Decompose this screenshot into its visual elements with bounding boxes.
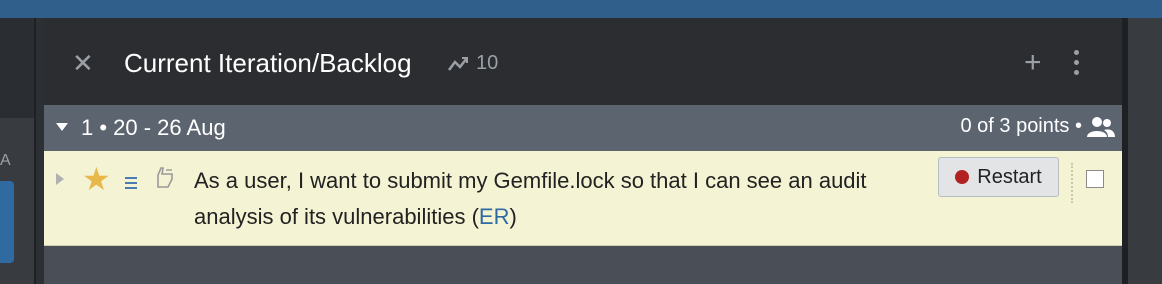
left-panel-button[interactable] (0, 181, 14, 263)
panel-header: ✕ Current Iteration/Backlog 10 + (44, 18, 1122, 105)
panel-title: Current Iteration/Backlog (124, 48, 412, 78)
story-select-checkbox[interactable] (1086, 170, 1104, 188)
left-divider (34, 18, 36, 284)
star-icon: ★ (82, 161, 111, 197)
close-icon[interactable]: ✕ (72, 48, 94, 78)
restart-dot-icon (955, 170, 970, 184)
top-bar (0, 0, 1162, 18)
velocity: 10 (448, 52, 498, 75)
right-divider (1122, 18, 1128, 284)
left-panel-top (0, 18, 36, 118)
expand-story-icon[interactable] (56, 173, 64, 185)
restart-button[interactable]: Restart (938, 157, 1059, 197)
story-text: As a user, I want to submit my Gemfile.l… (194, 168, 867, 229)
backlog-panel: ✕ Current Iteration/Backlog 10 + 1 • 20 … (44, 18, 1122, 284)
blocker-hand-icon (157, 167, 173, 188)
feature-type-icon (125, 177, 137, 189)
story-divider (1071, 163, 1073, 203)
story-text-end: ) (509, 204, 517, 229)
story-label-link[interactable]: ER (479, 204, 510, 229)
more-options-icon[interactable] (1074, 50, 1079, 75)
right-side-panel (1122, 18, 1162, 284)
story-title[interactable]: As a user, I want to submit my Gemfile.l… (194, 163, 924, 235)
iteration-header[interactable]: 1 • 20 - 26 Aug 0 of 3 points • (44, 105, 1122, 151)
left-panel-letter: A (0, 152, 11, 169)
story-row[interactable]: ★ As a user, I want to submit my Gemfile… (44, 151, 1122, 246)
restart-label: Restart (977, 165, 1042, 188)
add-story-icon[interactable]: + (1024, 48, 1042, 78)
velocity-value: 10 (476, 52, 499, 74)
panel-empty-area (44, 246, 1122, 284)
left-side-panel: A (0, 18, 36, 284)
collapse-caret-icon[interactable] (56, 123, 68, 131)
iteration-points: 0 of 3 points • (960, 115, 1082, 137)
team-strength-icon[interactable] (1086, 116, 1116, 138)
iteration-label: 1 • 20 - 26 Aug (81, 115, 226, 140)
velocity-icon (448, 56, 468, 71)
